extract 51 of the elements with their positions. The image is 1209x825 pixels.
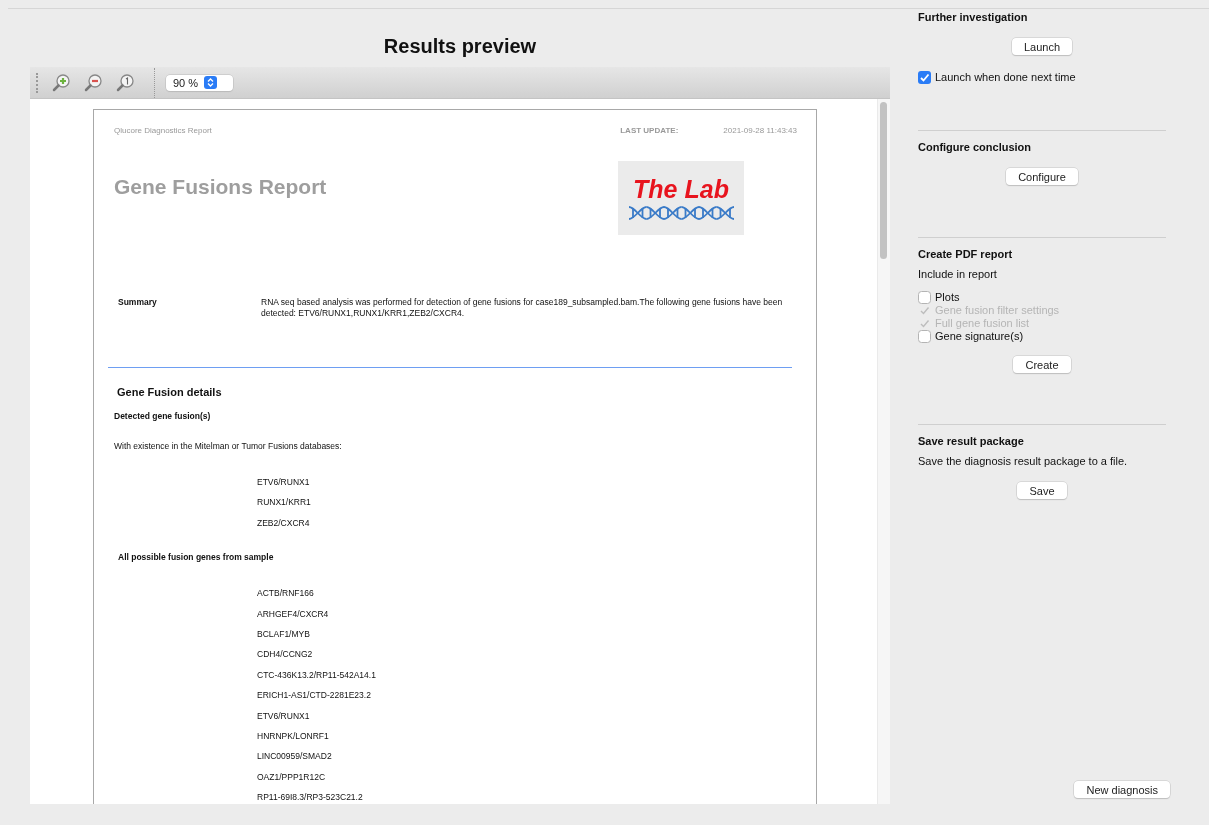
checkbox[interactable] bbox=[918, 330, 931, 343]
checkbox-label[interactable]: Launch when done next time bbox=[935, 71, 1076, 84]
report-header: Qlucore Diagnostics Report bbox=[114, 126, 213, 136]
fusion-name: LINC00959/SMAD2 bbox=[257, 750, 333, 764]
summary-text: RNA seq based analysis was performed for detection of gene fusions for case189_subsampled.bam.The following gene fusions have been detected: ETV6/RUNX1,RUNX1/KRR1,ZEB2/CXCR4. bbox=[261, 297, 784, 319]
fusion-name: ETV6/RUNX1 bbox=[257, 476, 311, 489]
action-button[interactable]: Configure bbox=[1006, 168, 1078, 185]
fusion-name: ARHGEF4/CXCR4 bbox=[257, 607, 330, 621]
fusion-name: RUNX1/KRR1 bbox=[257, 496, 312, 510]
description: Include in report bbox=[918, 267, 998, 282]
fusion-name: BCLAF1/MYB bbox=[257, 627, 311, 641]
summary-label: Summary bbox=[118, 297, 158, 309]
fusion-name: ETV6/RUNX1 bbox=[257, 709, 311, 723]
update-label: LAST UPDATE: bbox=[620, 126, 679, 136]
fusion-name: ERICH1-AS1/CTD-2281E23.2 bbox=[257, 689, 372, 703]
fusion-name: CTC-436K13.2/RP11-542A14.1 bbox=[257, 668, 377, 682]
update-date: 2021-09-28 11:43:43 bbox=[723, 126, 797, 136]
fusion-name: CDH4/CCNG2 bbox=[257, 648, 314, 662]
actual-size-icon[interactable] bbox=[116, 73, 134, 92]
fusion-name: RP11-69I8.3/RP3-523C21.2 bbox=[257, 791, 364, 804]
scrollbar[interactable] bbox=[877, 99, 890, 804]
subheading: All possible fusion genes from sample bbox=[117, 551, 275, 565]
section-title: Configure conclusion bbox=[918, 140, 1033, 155]
checked-checkbox[interactable] bbox=[918, 71, 931, 84]
subheading: Detected gene fusion(s) bbox=[114, 410, 212, 423]
stepper-icon[interactable] bbox=[204, 76, 218, 89]
paragraph: With existence in the Mitelman or Tumor Fusions databases: bbox=[114, 440, 343, 453]
section-title: Create PDF report bbox=[918, 247, 1014, 262]
fusion-name: OAZ1/PPP1R12C bbox=[257, 770, 327, 784]
zoom-dropdown[interactable]: 90 % bbox=[166, 74, 234, 91]
action-button[interactable]: Create bbox=[1013, 356, 1071, 373]
checkbox-label[interactable]: Plots bbox=[935, 291, 960, 304]
checkbox-label[interactable]: Gene signature(s) bbox=[935, 330, 1024, 343]
fusion-name: ACTB/RNF166 bbox=[257, 587, 315, 601]
description: Save the diagnosis result package to a file. bbox=[918, 454, 1129, 469]
action-button[interactable]: Save bbox=[1017, 482, 1067, 499]
zoom-out-icon[interactable] bbox=[84, 73, 102, 92]
logo-text: The Lab bbox=[633, 175, 729, 203]
section-title: Further investigation bbox=[918, 10, 1029, 25]
section-heading: Gene Fusion details bbox=[116, 385, 223, 400]
section-title: Save result package bbox=[918, 434, 1025, 449]
checkbox[interactable] bbox=[918, 291, 931, 304]
new-diagnosis-button[interactable]: New diagnosis bbox=[1074, 781, 1170, 798]
fusion-name: HNRNPK/LONRF1 bbox=[257, 729, 330, 743]
preview-title: Results preview bbox=[383, 34, 537, 58]
action-button[interactable]: Launch bbox=[1011, 38, 1073, 55]
report-title: Gene Fusions Report bbox=[114, 175, 327, 200]
zoom-in-icon[interactable] bbox=[52, 73, 70, 92]
scroll-thumb[interactable] bbox=[880, 102, 887, 259]
fusion-name: ZEB2/CXCR4 bbox=[257, 516, 311, 530]
dna-icon bbox=[626, 205, 736, 221]
